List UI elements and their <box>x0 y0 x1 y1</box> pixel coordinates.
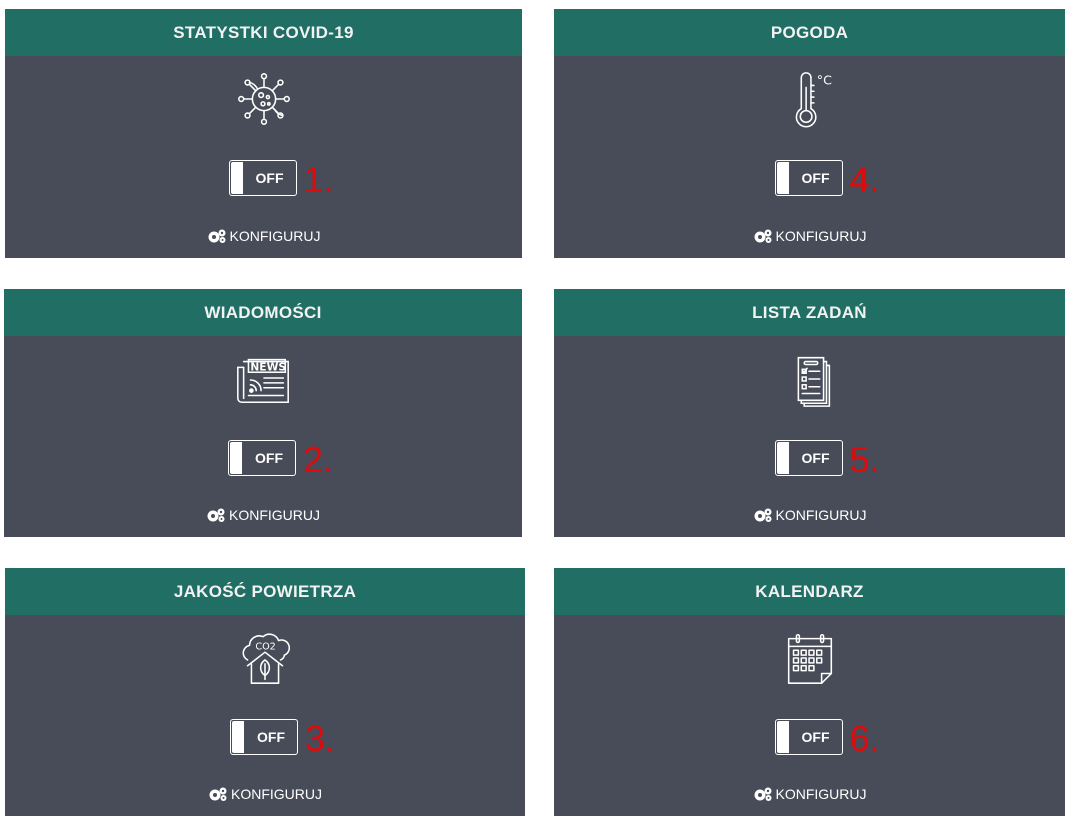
co2-label: CO2 <box>255 641 276 652</box>
toggle-knob <box>776 721 789 753</box>
annotation-number: 6. <box>849 718 880 759</box>
widget-title: STATYSTKI COVID-19 <box>5 9 522 56</box>
configure-label: KONFIGURUJ <box>229 228 321 244</box>
annotation-number: 2. <box>303 439 334 480</box>
calendar-icon <box>779 627 841 689</box>
newspaper-icon: NEWS <box>232 348 294 410</box>
widget-title: KALENDARZ <box>554 568 1065 615</box>
widget-card-covid: STATYSTKI COVID-19 OFF 1. KONFIGURUJ <box>5 9 522 258</box>
checklist-icon <box>779 348 841 410</box>
widget-toggle[interactable]: OFF <box>774 719 843 755</box>
configure-label: KONFIGURUJ <box>775 786 867 802</box>
toggle-label: OFF <box>255 170 284 186</box>
toggle-label: OFF <box>257 729 285 745</box>
toggle-label: OFF <box>801 450 830 466</box>
widget-toggle[interactable]: OFF <box>228 160 297 196</box>
annotation-number: 3. <box>305 718 336 759</box>
toggle-knob <box>776 162 789 194</box>
celsius-label: °C <box>816 72 831 87</box>
gears-icon <box>753 786 773 802</box>
widget-title: WIADOMOŚCI <box>4 289 522 336</box>
virus-icon <box>233 68 295 130</box>
widget-toggle[interactable]: OFF <box>774 160 843 196</box>
annotation-number: 1. <box>303 159 334 200</box>
toggle-label: OFF <box>801 170 830 186</box>
configure-link[interactable]: KONFIGURUJ <box>207 228 321 244</box>
widget-title: JAKOŚĆ POWIETRZA <box>5 568 525 615</box>
widget-card-news: WIADOMOŚCI NEWS OFF 2. KONFIGURUJ <box>4 289 522 537</box>
widget-title: LISTA ZADAŃ <box>554 289 1065 336</box>
toggle-knob <box>776 442 789 474</box>
configure-link[interactable]: KONFIGURUJ <box>753 228 867 244</box>
gears-icon <box>208 786 228 802</box>
widget-card-air-quality: JAKOŚĆ POWIETRZA CO2 OFF 3. KONFIGURUJ <box>5 568 525 816</box>
configure-link[interactable]: KONFIGURUJ <box>753 507 867 523</box>
widget-card-weather: POGODA °C OFF 4. KONFIGURUJ <box>554 9 1065 258</box>
gears-icon <box>207 228 227 244</box>
gears-icon <box>753 507 773 523</box>
widget-toggle[interactable]: OFF <box>230 719 298 755</box>
configure-link[interactable]: KONFIGURUJ <box>753 786 867 802</box>
toggle-label: OFF <box>801 729 830 745</box>
thermometer-icon: °C <box>779 68 841 130</box>
widget-toggle[interactable]: OFF <box>228 440 296 476</box>
configure-label: KONFIGURUJ <box>775 228 867 244</box>
widget-card-calendar: KALENDARZ OFF 6. KONFIGURUJ <box>554 568 1065 816</box>
configure-link[interactable]: KONFIGURUJ <box>208 786 322 802</box>
gears-icon <box>206 507 226 523</box>
widget-card-tasks: LISTA ZADAŃ OFF 5. KONFIGURUJ <box>554 289 1065 537</box>
annotation-number: 4. <box>849 159 880 200</box>
annotation-number: 5. <box>849 439 880 480</box>
configure-link[interactable]: KONFIGURUJ <box>206 507 320 523</box>
toggle-knob <box>232 721 244 753</box>
configure-label: KONFIGURUJ <box>775 507 867 523</box>
toggle-label: OFF <box>255 450 283 466</box>
widget-toggle[interactable]: OFF <box>774 440 843 476</box>
gears-icon <box>753 228 773 244</box>
widget-title: POGODA <box>554 9 1065 56</box>
toggle-knob <box>230 442 242 474</box>
news-label: NEWS <box>250 360 286 373</box>
configure-label: KONFIGURUJ <box>229 507 320 523</box>
toggle-knob <box>230 162 243 194</box>
configure-label: KONFIGURUJ <box>231 786 322 802</box>
air-quality-icon: CO2 <box>234 627 296 689</box>
